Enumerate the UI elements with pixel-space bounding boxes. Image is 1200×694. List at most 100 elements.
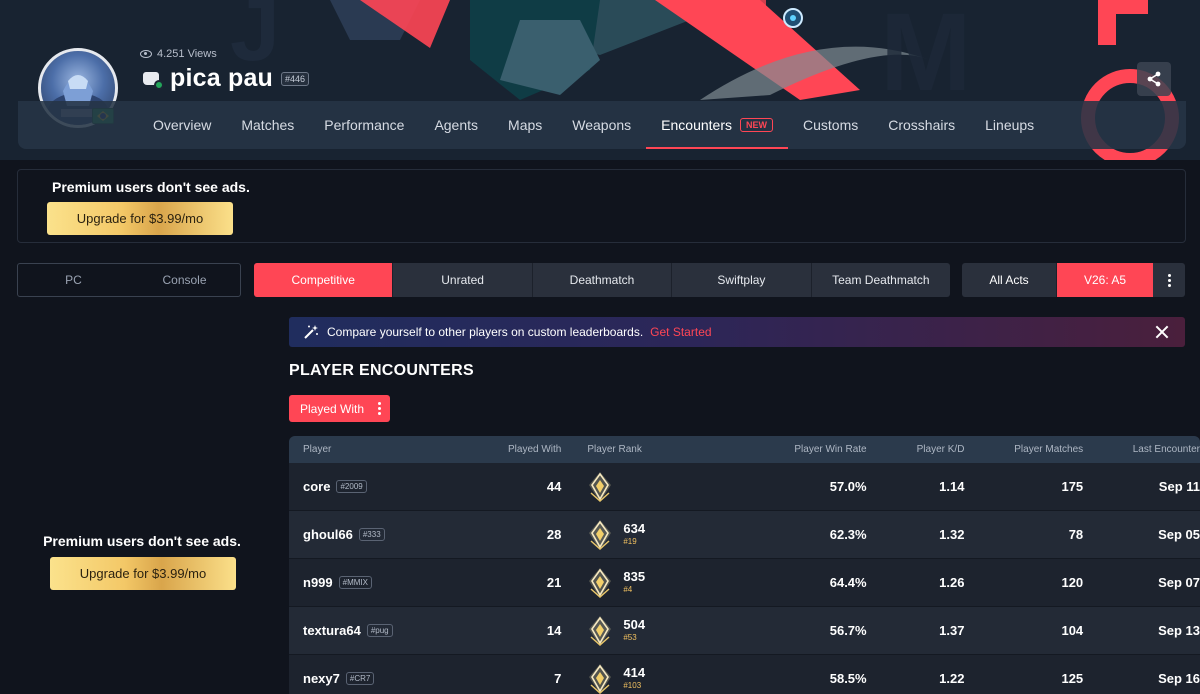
tab-label: Performance — [324, 117, 405, 133]
views-count: 4.251 Views — [140, 48, 217, 60]
kd-cell: 1.22 — [939, 671, 965, 686]
rank-rating: 414 — [623, 665, 646, 681]
matches-cell: 104 — [1061, 623, 1084, 638]
player-tag: #pug — [366, 624, 393, 637]
tab-overview[interactable]: Overview — [138, 101, 226, 149]
last-encounter-cell: Sep 05 — [1158, 527, 1200, 542]
played-with-filter-button[interactable]: Played With — [289, 395, 390, 422]
col-player[interactable]: Player — [289, 444, 489, 455]
played-with-cell: 28 — [546, 527, 562, 542]
tab-crosshairs[interactable]: Crosshairs — [873, 101, 970, 149]
mode-selector: Competitive Unrated Deathmatch Swiftplay… — [254, 263, 950, 297]
tab-lineups[interactable]: Lineups — [970, 101, 1049, 149]
col-matches[interactable]: Player Matches — [964, 444, 1083, 455]
fist-icon — [142, 69, 164, 90]
rank-value: 504 #53 — [623, 617, 645, 642]
win-rate-cell: 64.4% — [829, 575, 867, 590]
radiant-rank-icon — [589, 615, 612, 646]
table-row[interactable]: core #2009 44 57.0% 1.14 175 Sep 11 — [289, 463, 1200, 511]
rank-cell: 634 #19 — [561, 519, 786, 551]
tab-encounters[interactable]: Encounters NEW — [646, 101, 788, 149]
table-row[interactable]: ghoul66 #333 28 634 #19 62.3% 1.32 78 Sep 05 — [289, 511, 1200, 559]
upgrade-button[interactable]: Upgrade for $3.99/mo — [50, 557, 236, 590]
upgrade-button[interactable]: Upgrade for $3.99/mo — [47, 202, 233, 235]
mode-team-deathmatch[interactable]: Team Deathmatch — [812, 263, 950, 297]
magic-wand-icon — [304, 325, 318, 339]
last-encounter-cell: Sep 13 — [1158, 623, 1200, 638]
win-rate-cell: 57.0% — [829, 479, 867, 494]
platform-console[interactable]: Console — [129, 264, 240, 296]
more-vertical-icon — [378, 402, 382, 415]
col-last-encounter[interactable]: Last Encounter — [1083, 444, 1200, 455]
rank-value: 414 #103 — [623, 665, 646, 690]
tab-label: Lineups — [985, 117, 1035, 133]
tab-label: Encounters — [661, 117, 732, 133]
matches-cell: 120 — [1061, 575, 1084, 590]
ad-text: Premium users don't see ads. — [43, 533, 241, 549]
player-cell: nexy7 #CR7 — [289, 671, 489, 686]
eye-icon — [140, 50, 152, 58]
mode-unrated[interactable]: Unrated — [393, 263, 533, 297]
svg-text:M: M — [880, 0, 972, 114]
col-kd[interactable]: Player K/D — [867, 444, 965, 455]
more-vertical-icon — [1167, 273, 1171, 287]
table-row[interactable]: textura64 #pug 14 504 #53 56.7% 1.37 104 Sep 13 — [289, 607, 1200, 655]
table-body: core #2009 44 57.0% 1.14 175 Sep 11 ghoul66 #333… — [289, 463, 1200, 694]
tab-matches[interactable]: Matches — [226, 101, 309, 149]
player-name-link[interactable]: nexy7 — [303, 671, 340, 686]
player-name-link[interactable]: textura64 — [303, 623, 361, 638]
ad-banner-top: Premium users don't see ads. Upgrade for… — [17, 169, 1186, 243]
close-icon[interactable] — [1155, 325, 1169, 339]
table-row[interactable]: n999 #MMIX 21 835 #4 64.4% 1.26 120 Sep 07 — [289, 559, 1200, 607]
mode-swiftplay[interactable]: Swiftplay — [672, 263, 812, 297]
tab-label: Maps — [508, 117, 543, 133]
mode-competitive[interactable]: Competitive — [254, 263, 394, 297]
col-player-rank[interactable]: Player Rank — [561, 444, 786, 455]
radiant-rank-icon — [589, 471, 612, 502]
player-name-row: pica pau #446 — [142, 64, 310, 93]
more-acts-button[interactable] — [1153, 263, 1185, 297]
act-current[interactable]: V26: A5 — [1057, 263, 1153, 297]
tab-label: Crosshairs — [888, 117, 956, 133]
leaderboard-promo: Compare yourself to other players on cus… — [289, 317, 1185, 347]
promo-text: Compare yourself to other players on cus… — [327, 325, 644, 339]
verified-icon — [154, 79, 164, 90]
player-name-link[interactable]: ghoul66 — [303, 527, 353, 542]
table-row[interactable]: nexy7 #CR7 7 414 #103 58.5% 1.22 125 Sep 16 — [289, 655, 1200, 694]
rank-cell: 414 #103 — [561, 663, 786, 694]
col-played-with[interactable]: Played With — [489, 444, 561, 455]
tab-customs[interactable]: Customs — [788, 101, 873, 149]
player-cell: textura64 #pug — [289, 623, 489, 638]
table-header: Player Played With Player Rank Player Wi… — [289, 436, 1200, 463]
tab-label: Overview — [153, 117, 212, 133]
tab-agents[interactable]: Agents — [419, 101, 493, 149]
player-tag: #CR7 — [345, 672, 375, 685]
tab-weapons[interactable]: Weapons — [557, 101, 646, 149]
tab-maps[interactable]: Maps — [493, 101, 557, 149]
radiant-rank-icon — [589, 663, 612, 694]
rank-value: 835 #4 — [623, 569, 646, 594]
player-tag: #333 — [358, 528, 385, 541]
matches-cell: 78 — [1068, 527, 1084, 542]
platform-pc[interactable]: PC — [18, 264, 129, 296]
rank-rating: 634 — [623, 521, 646, 537]
win-rate-cell: 62.3% — [829, 527, 867, 542]
player-cell: core #2009 — [289, 479, 489, 494]
last-encounter-cell: Sep 11 — [1158, 479, 1200, 494]
profile-nav: Overview Matches Performance Agents Maps… — [18, 101, 1186, 149]
platform-toggle: PC Console — [17, 263, 241, 297]
rank-cell — [561, 471, 786, 503]
encounters-table: Player Played With Player Rank Player Wi… — [289, 436, 1200, 694]
player-name-link[interactable]: core — [303, 479, 330, 494]
rank-rating: 835 — [623, 569, 646, 585]
kd-cell: 1.32 — [939, 527, 965, 542]
mode-deathmatch[interactable]: Deathmatch — [533, 263, 673, 297]
get-started-link[interactable]: Get Started — [650, 325, 711, 339]
share-button[interactable] — [1137, 62, 1171, 96]
tab-performance[interactable]: Performance — [309, 101, 419, 149]
player-name-link[interactable]: n999 — [303, 575, 333, 590]
act-all[interactable]: All Acts — [962, 263, 1057, 297]
player-name: pica pau — [170, 64, 274, 92]
radiant-rank-icon — [589, 519, 612, 550]
col-win-rate[interactable]: Player Win Rate — [787, 444, 866, 455]
